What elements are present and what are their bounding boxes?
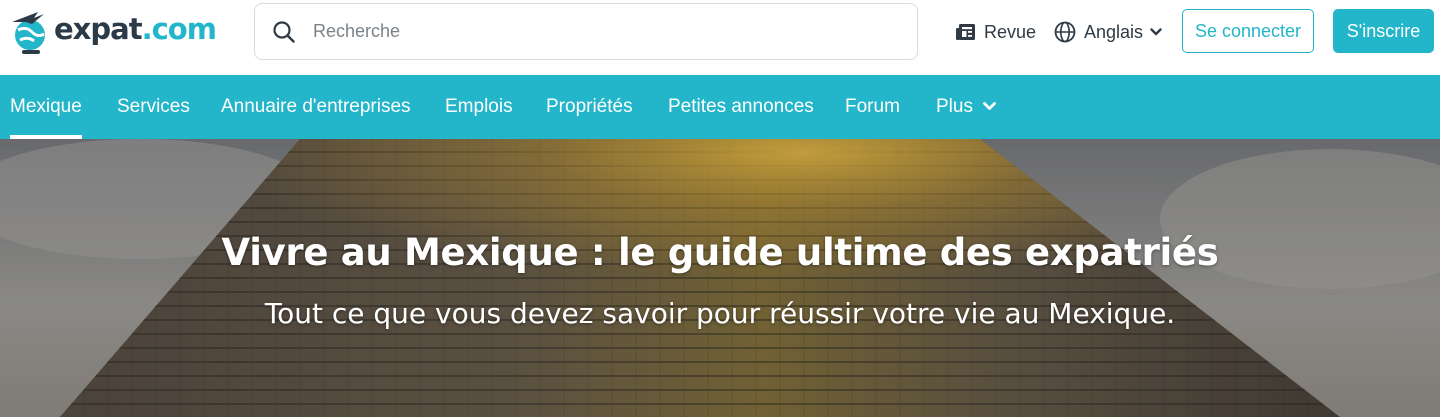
- pyramid-background-image: [0, 139, 1440, 417]
- nav-item-services[interactable]: Services: [117, 75, 190, 139]
- hero-title: Vivre au Mexique : le guide ultime des e…: [221, 231, 1219, 274]
- nav-plus-label: Plus: [936, 96, 973, 117]
- search-input[interactable]: [313, 21, 873, 42]
- signup-button[interactable]: S'inscrire: [1333, 9, 1434, 53]
- nav-item-proprietes[interactable]: Propriétés: [546, 75, 633, 139]
- globe-icon: [1054, 21, 1076, 43]
- nav-item-petites-annonces[interactable]: Petites annonces: [668, 75, 814, 139]
- language-selector[interactable]: Anglais: [1054, 18, 1170, 46]
- site-logo[interactable]: expat.com: [8, 8, 217, 56]
- nav-item-mexique[interactable]: Mexique: [10, 75, 82, 139]
- top-header: expat.com Revue Anglais Se connecter: [0, 0, 1440, 75]
- globe-plane-logo-icon: [12, 12, 45, 54]
- logo-wordmark: expat.com: [54, 12, 217, 46]
- search-bar[interactable]: [254, 3, 918, 60]
- nav-item-plus[interactable]: Plus: [936, 75, 996, 139]
- main-nav: Mexique Services Annuaire d'entreprises …: [0, 75, 1440, 139]
- nav-item-annuaire[interactable]: Annuaire d'entreprises: [221, 75, 411, 139]
- search-icon: [273, 20, 295, 43]
- revue-link[interactable]: Revue: [955, 18, 1036, 46]
- nav-item-emplois[interactable]: Emplois: [445, 75, 513, 139]
- newspaper-icon: [956, 24, 975, 40]
- chevron-down-icon: [983, 102, 996, 111]
- nav-item-forum[interactable]: Forum: [845, 75, 900, 139]
- login-button[interactable]: Se connecter: [1182, 9, 1314, 53]
- revue-label: Revue: [984, 21, 1037, 42]
- language-label: Anglais: [1084, 21, 1144, 42]
- chevron-down-icon: [1150, 28, 1162, 36]
- hero-subtitle: Tout ce que vous devez savoir pour réuss…: [264, 297, 1176, 330]
- hero-banner: Vivre au Mexique : le guide ultime des e…: [0, 139, 1440, 417]
